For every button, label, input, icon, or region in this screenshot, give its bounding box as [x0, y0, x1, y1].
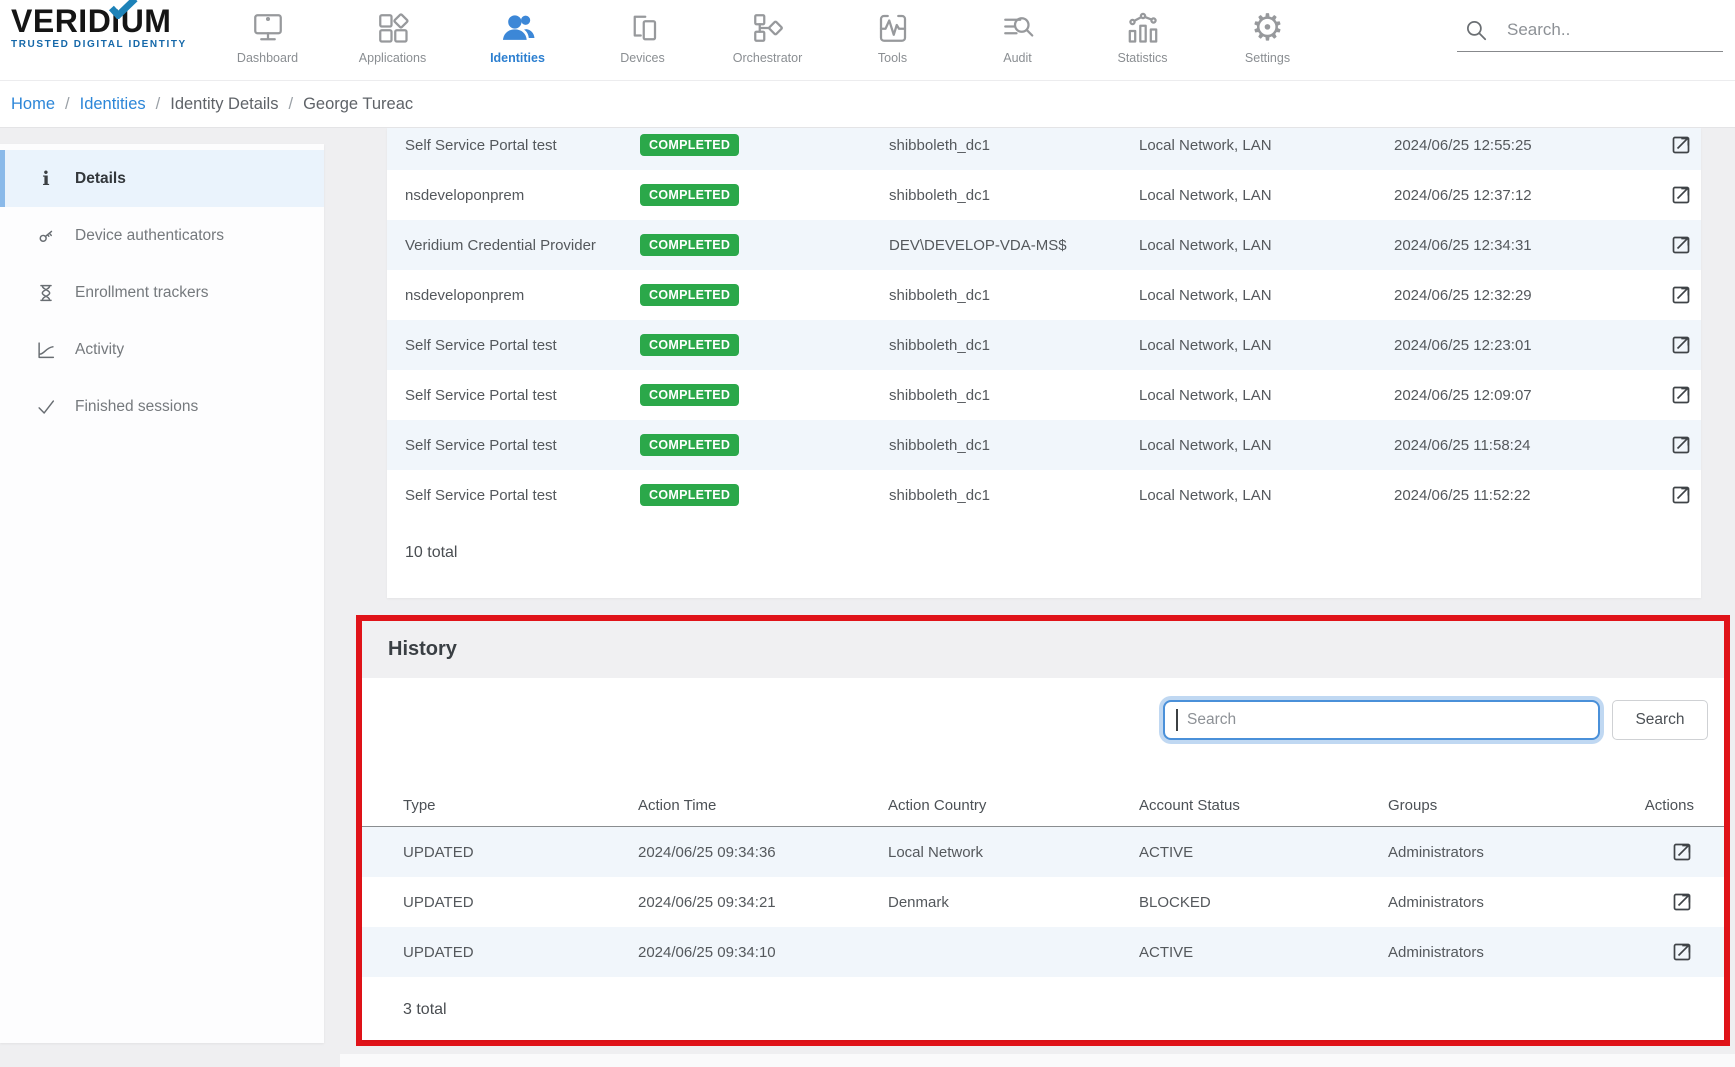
open-session-icon[interactable]	[1669, 333, 1693, 357]
nav-item-devices[interactable]: Devices	[580, 2, 705, 74]
history-total: 3 total	[362, 1001, 1724, 1019]
col-type: Type	[403, 797, 638, 814]
bar-chart-icon	[1125, 8, 1161, 48]
open-history-entry-icon[interactable]	[1670, 840, 1694, 864]
gear-icon: ⚙	[1251, 8, 1284, 48]
history-search-row: Search	[362, 678, 1724, 740]
page-bottom-strip	[340, 1054, 1735, 1067]
history-search-button[interactable]: Search	[1612, 700, 1708, 740]
sidebar-item-enrollment-trackers[interactable]: Enrollment trackers	[0, 264, 324, 321]
key-icon	[35, 225, 57, 247]
history-table-header: Type Action Time Action Country Account …	[362, 785, 1724, 827]
breadcrumb-user: George Tureac	[303, 95, 413, 114]
devices-icon	[625, 8, 661, 48]
col-groups: Groups	[1388, 797, 1637, 814]
breadcrumb-identity-details: Identity Details	[170, 95, 278, 114]
activity-chart-icon	[35, 339, 57, 361]
open-session-icon[interactable]	[1669, 383, 1693, 407]
hourglass-icon	[35, 282, 57, 304]
list-search-icon	[1000, 8, 1036, 48]
sessions-table: Self Service Portal test COMPLETED shibb…	[387, 128, 1701, 520]
open-session-icon[interactable]	[1669, 133, 1693, 157]
nav-item-audit[interactable]: Audit	[955, 2, 1080, 74]
logo-check-icon	[108, 0, 138, 19]
open-history-entry-icon[interactable]	[1670, 890, 1694, 914]
top-bar: VERIDIUM TRUSTED DIGITAL IDENTITY Dashbo…	[0, 0, 1735, 80]
nav-item-dashboard[interactable]: Dashboard	[205, 2, 330, 74]
status-badge: COMPLETED	[640, 184, 739, 206]
history-title: History	[362, 621, 1724, 678]
col-actions: Actions	[1645, 797, 1694, 814]
nav-item-settings[interactable]: ⚙ Settings	[1205, 2, 1330, 74]
sidebar: i Details Device authenticators Enrollme…	[0, 144, 324, 1043]
sidebar-item-details[interactable]: i Details	[0, 150, 324, 207]
open-session-icon[interactable]	[1669, 433, 1693, 457]
session-row: Self Service Portal test COMPLETED shibb…	[387, 420, 1701, 470]
sidebar-item-device-authenticators[interactable]: Device authenticators	[0, 207, 324, 264]
history-card: Search Type Action Time Action Country A…	[362, 678, 1724, 1040]
session-row: nsdeveloponprem COMPLETED shibboleth_dc1…	[387, 170, 1701, 220]
search-icon	[1463, 17, 1489, 43]
nav-item-identities[interactable]: Identities	[455, 2, 580, 74]
apps-grid-icon	[375, 8, 411, 48]
history-search-field	[1163, 700, 1600, 740]
nav-item-statistics[interactable]: Statistics	[1080, 2, 1205, 74]
global-search	[1457, 8, 1723, 52]
history-row: UPDATED 2024/06/25 09:34:21 Denmark BLOC…	[362, 877, 1724, 927]
session-row: Veridium Credential Provider COMPLETED D…	[387, 220, 1701, 270]
status-badge: COMPLETED	[640, 234, 739, 256]
nav-item-tools[interactable]: Tools	[830, 2, 955, 74]
breadcrumb: Home / Identities / Identity Details / G…	[11, 81, 413, 128]
status-badge: COMPLETED	[640, 484, 739, 506]
open-session-icon[interactable]	[1669, 283, 1693, 307]
global-search-input[interactable]	[1507, 20, 1687, 40]
breadcrumb-bar: Home / Identities / Identity Details / G…	[0, 80, 1735, 127]
sidebar-item-finished-sessions[interactable]: Finished sessions	[0, 378, 324, 435]
history-search-input[interactable]	[1163, 700, 1600, 740]
status-badge: COMPLETED	[640, 334, 739, 356]
history-section-highlight: History Search Type Action Time Action C…	[356, 615, 1730, 1046]
status-badge: COMPLETED	[640, 134, 739, 156]
sessions-total: 10 total	[387, 544, 1701, 562]
sidebar-item-activity[interactable]: Activity	[0, 321, 324, 378]
col-action-time: Action Time	[638, 797, 888, 814]
col-account-status: Account Status	[1139, 797, 1388, 814]
veridium-logo: VERIDIUM TRUSTED DIGITAL IDENTITY	[11, 4, 221, 50]
session-row: Self Service Portal test COMPLETED shibb…	[387, 128, 1701, 170]
history-row: UPDATED 2024/06/25 09:34:36 Local Networ…	[362, 827, 1724, 877]
text-cursor	[1176, 709, 1178, 731]
people-icon	[499, 8, 537, 48]
status-badge: COMPLETED	[640, 384, 739, 406]
main-nav: Dashboard Applications Identities Device…	[205, 2, 1330, 74]
session-row: Self Service Portal test COMPLETED shibb…	[387, 370, 1701, 420]
pulse-box-icon	[875, 8, 911, 48]
breadcrumb-home[interactable]: Home	[11, 95, 55, 114]
nav-item-applications[interactable]: Applications	[330, 2, 455, 74]
col-action-country: Action Country	[888, 797, 1139, 814]
status-badge: COMPLETED	[640, 434, 739, 456]
session-row: Self Service Portal test COMPLETED shibb…	[387, 320, 1701, 370]
breadcrumb-identities[interactable]: Identities	[80, 95, 146, 114]
nav-item-orchestrator[interactable]: Orchestrator	[705, 2, 830, 74]
open-session-icon[interactable]	[1669, 233, 1693, 257]
open-session-icon[interactable]	[1669, 483, 1693, 507]
finished-sessions-card: Self Service Portal test COMPLETED shibb…	[387, 128, 1701, 598]
history-row: UPDATED 2024/06/25 09:34:10 ACTIVE Admin…	[362, 927, 1724, 977]
session-row: Self Service Portal test COMPLETED shibb…	[387, 470, 1701, 520]
open-session-icon[interactable]	[1669, 183, 1693, 207]
flow-diagram-icon	[750, 8, 786, 48]
monitor-icon	[250, 8, 286, 48]
info-icon: i	[35, 168, 57, 190]
session-row: nsdeveloponprem COMPLETED shibboleth_dc1…	[387, 270, 1701, 320]
checkmark-icon	[35, 396, 57, 418]
open-history-entry-icon[interactable]	[1670, 940, 1694, 964]
logo-tagline: TRUSTED DIGITAL IDENTITY	[11, 39, 221, 50]
status-badge: COMPLETED	[640, 284, 739, 306]
